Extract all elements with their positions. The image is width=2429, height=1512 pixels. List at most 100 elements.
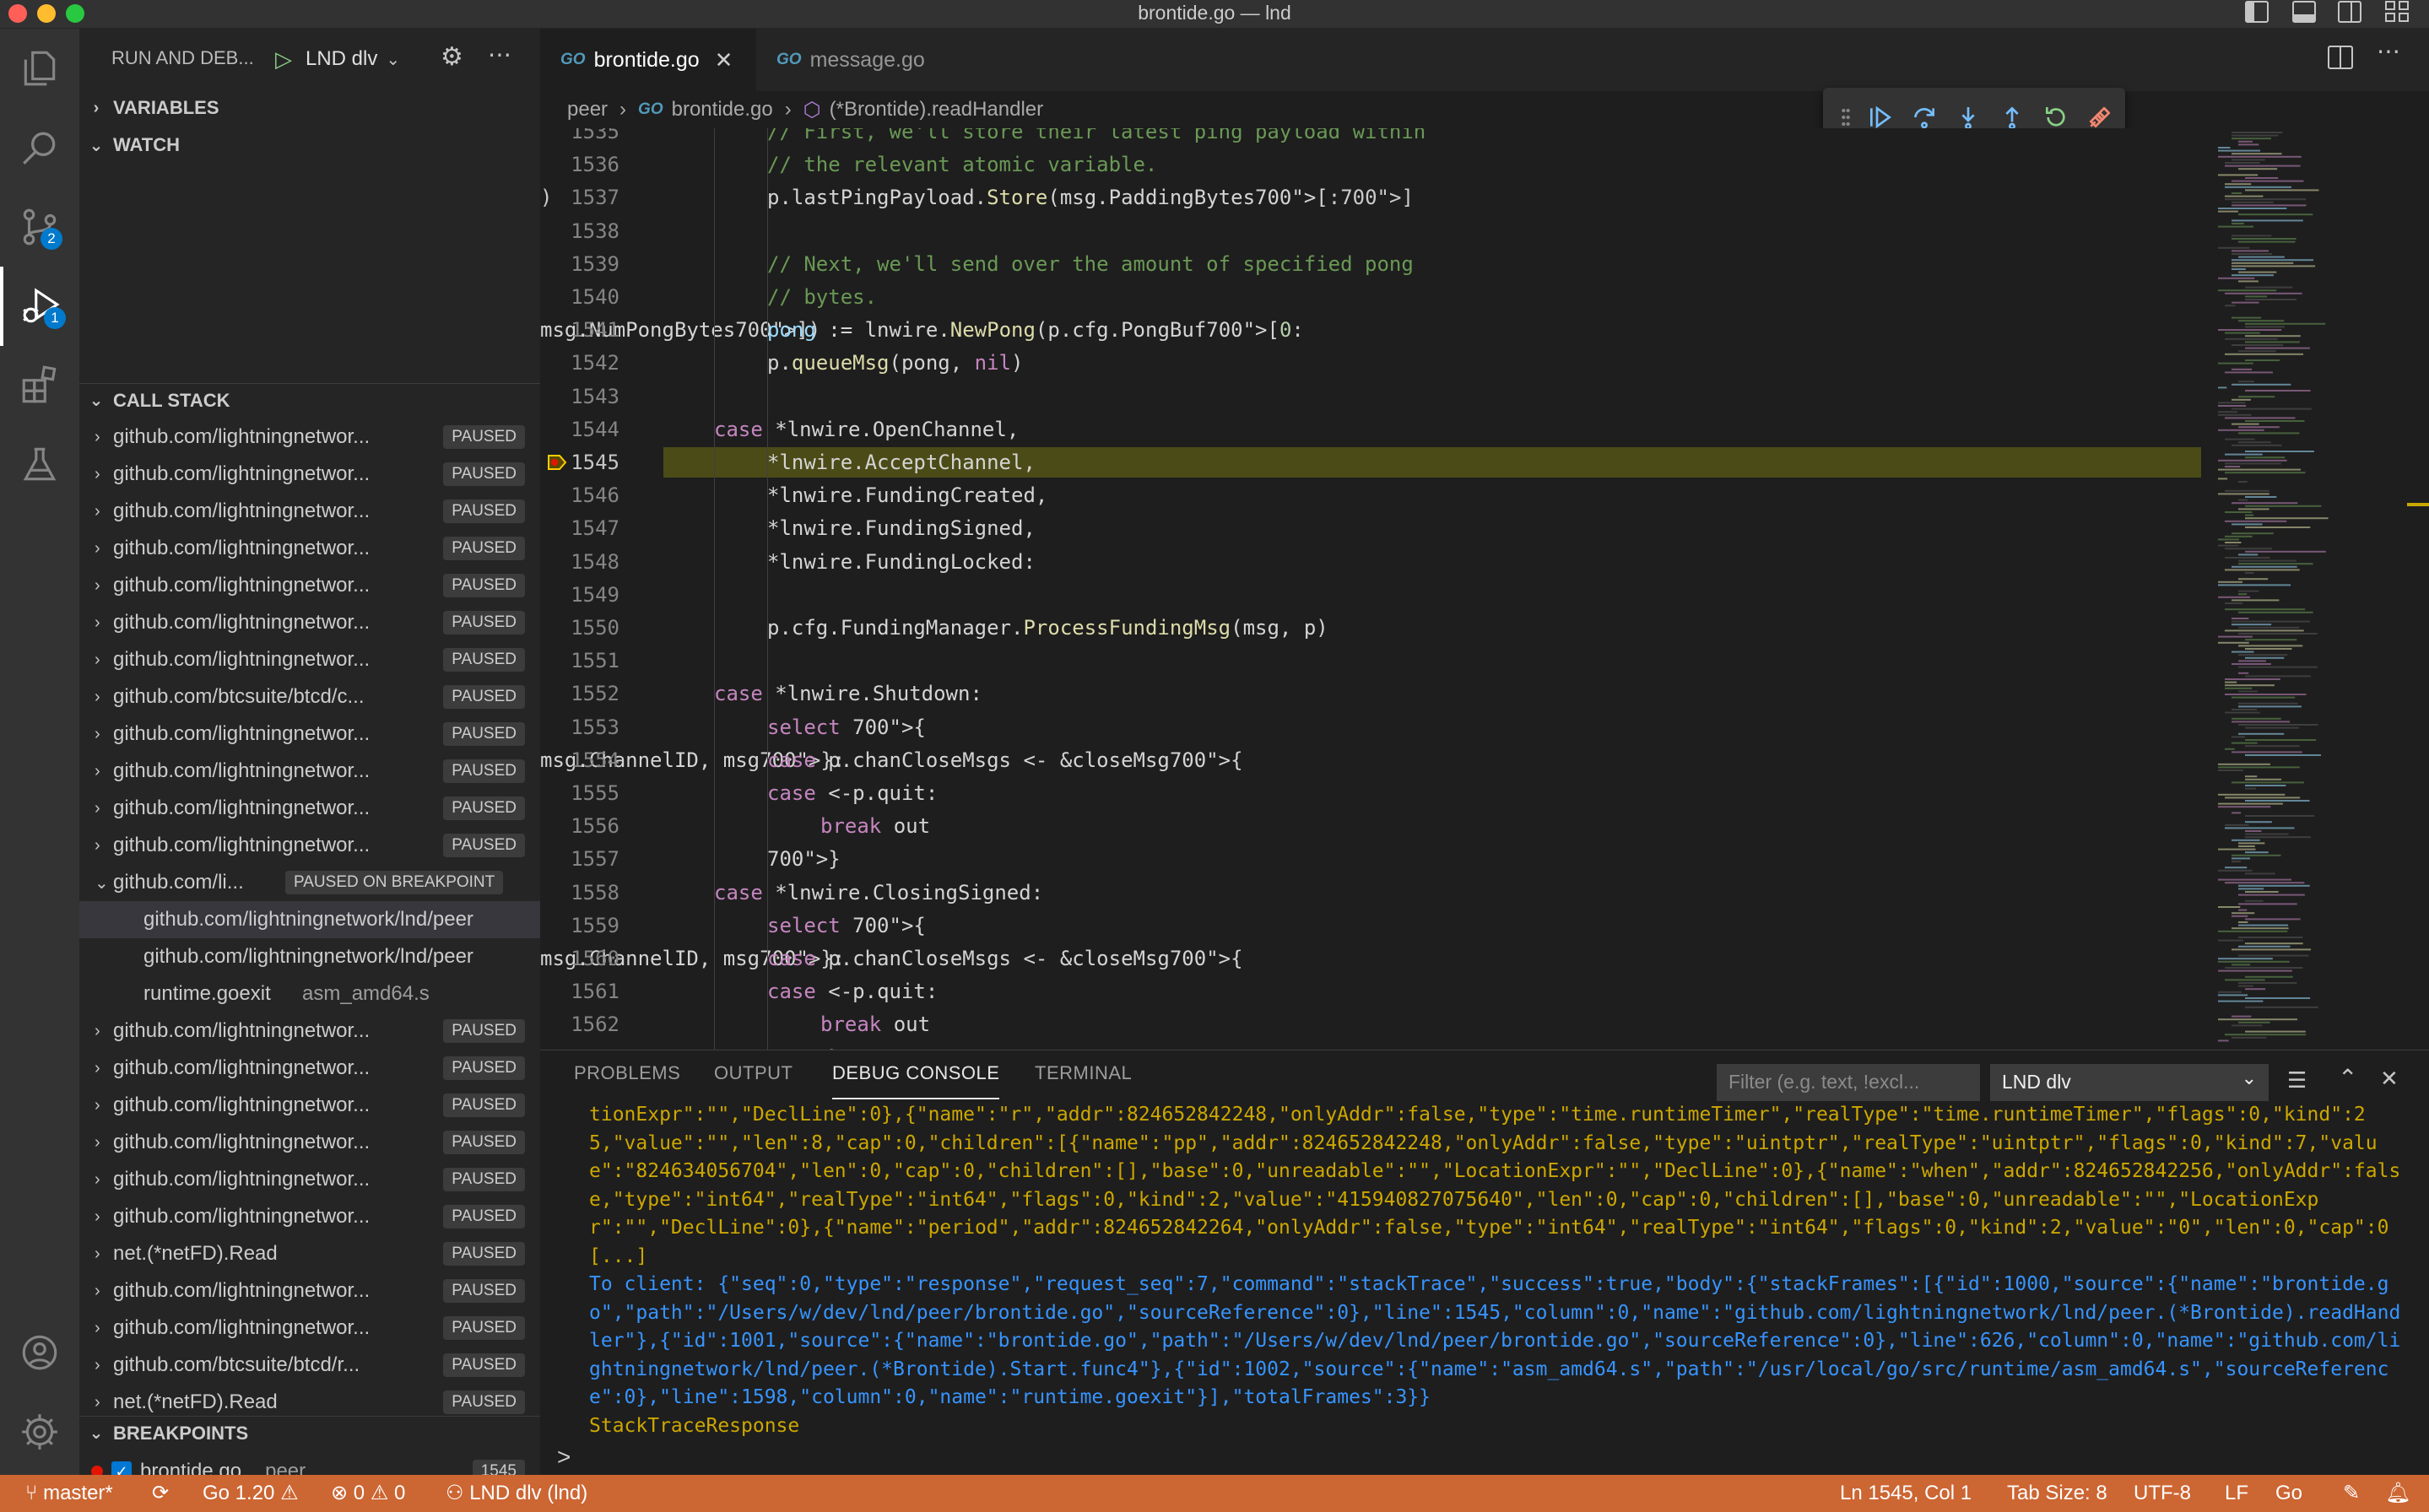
cursor-position[interactable]: Ln 1545, Col 1	[1840, 1475, 1972, 1512]
code-line[interactable]: 1540 // bytes.	[540, 282, 2201, 312]
language-mode[interactable]: Go	[2275, 1475, 2302, 1512]
variables-section[interactable]: › VARIABLES	[79, 91, 540, 125]
call-stack-thread[interactable]: › github.com/lightningnetwor... PAUSED	[79, 567, 540, 604]
call-stack-thread[interactable]: › github.com/lightningnetwor... PAUSED	[79, 753, 540, 790]
code-line[interactable]: 1535 // First, we'll store their latest p…	[540, 128, 2201, 147]
call-stack-thread[interactable]: › github.com/lightningnetwor... PAUSED	[79, 1012, 540, 1050]
tab-debug-console[interactable]: DEBUG CONSOLE	[832, 1062, 1000, 1099]
more-actions-icon[interactable]: ⋯	[2377, 37, 2400, 65]
call-stack-thread[interactable]: › github.com/lightningnetwor... PAUSED	[79, 418, 540, 456]
console-filter-input[interactable]: Filter (e.g. text, !excl...	[1717, 1064, 1980, 1101]
search-icon[interactable]	[0, 108, 79, 187]
encoding[interactable]: UTF-8	[2134, 1475, 2191, 1512]
code-line[interactable]: 1557 700">}	[540, 844, 2201, 874]
code-line[interactable]: 1560 case p.chanCloseMsgs <- &closeMsg700…	[540, 943, 2201, 974]
testing-icon[interactable]	[0, 425, 79, 505]
split-editor-icon[interactable]	[2328, 46, 2353, 69]
branch-indicator[interactable]: ⑂ master*	[25, 1475, 113, 1512]
tab-size[interactable]: Tab Size: 8	[2007, 1475, 2107, 1512]
call-stack-thread[interactable]: › github.com/lightningnetwor... PAUSED	[79, 790, 540, 827]
line-ending[interactable]: LF	[2225, 1475, 2248, 1512]
toggle-panel-icon[interactable]	[2292, 1, 2316, 23]
console-input[interactable]: >	[557, 1444, 571, 1471]
tab-message-go[interactable]: GO message.go	[756, 29, 969, 91]
code-line[interactable]: 1554 case p.chanCloseMsgs <- &closeMsg700…	[540, 745, 2201, 775]
accounts-icon[interactable]	[0, 1313, 79, 1392]
call-stack-thread[interactable]: › net.(*netFD).Read PAUSED	[79, 1235, 540, 1272]
code-line[interactable]: 1553 select 700">{	[540, 712, 2201, 742]
customize-layout-icon[interactable]	[2385, 1, 2410, 23]
call-stack-thread[interactable]: › github.com/lightningnetwor... PAUSED	[79, 1161, 540, 1198]
tab-terminal[interactable]: TERMINAL	[1035, 1062, 1132, 1099]
code-line[interactable]: 1538	[540, 216, 2201, 246]
stack-frame[interactable]: github.com/lightningnetwork/lnd/peer	[79, 901, 540, 938]
debug-session-select[interactable]: LND dlv ⌄	[1990, 1064, 2269, 1101]
code-line[interactable]: 1547 *lnwire.FundingSigned,	[540, 513, 2201, 543]
code-line[interactable]: 1551	[540, 645, 2201, 676]
code-line[interactable]: 1537 p.lastPingPayload.Store(msg.PaddingB…	[540, 182, 2201, 213]
problems-indicator[interactable]: ⊗ 0 ⚠ 0	[331, 1475, 405, 1512]
code-line[interactable]: 1556 break out	[540, 811, 2201, 841]
sync-icon[interactable]: ⟳	[152, 1475, 169, 1512]
tab-brontide-go[interactable]: GO brontide.go ✕	[540, 29, 756, 91]
close-panel-icon[interactable]: ✕	[2380, 1066, 2399, 1092]
code-line[interactable]: 1542 p.queueMsg(pong, nil)	[540, 348, 2201, 378]
code-line[interactable]: 1552 case *lnwire.Shutdown:	[540, 678, 2201, 709]
stack-frame[interactable]: runtime.goexit asm_amd64.s	[79, 975, 540, 1012]
code-line[interactable]: 1559 select 700">{	[540, 910, 2201, 941]
call-stack-thread[interactable]: › github.com/lightningnetwor... PAUSED	[79, 1310, 540, 1347]
clear-console-icon[interactable]: ☰	[2287, 1067, 2307, 1094]
call-stack-thread[interactable]: › github.com/lightningnetwor... PAUSED	[79, 1050, 540, 1087]
code-line[interactable]: 1546 *lnwire.FundingCreated,	[540, 480, 2201, 510]
call-stack-thread[interactable]: › github.com/lightningnetwor... PAUSED	[79, 493, 540, 530]
more-actions-icon[interactable]: ⋯	[488, 40, 511, 68]
call-stack-thread[interactable]: › github.com/lightningnetwor... PAUSED	[79, 1272, 540, 1310]
toggle-primary-sidebar-icon[interactable]	[2245, 1, 2269, 23]
close-icon[interactable]: ✕	[715, 47, 733, 73]
tab-problems[interactable]: PROBLEMS	[574, 1062, 680, 1099]
code-editor[interactable]: 1535 // First, we'll store their latest p…	[540, 128, 2201, 1050]
gear-icon[interactable]: ⚙	[441, 42, 463, 72]
source-control-icon[interactable]: 2	[0, 187, 79, 267]
code-line[interactable]: 1549	[540, 580, 2201, 610]
start-debugging-icon[interactable]: ▷	[275, 46, 292, 73]
breadcrumb-symbol[interactable]: (*Brontide).readHandler	[830, 98, 1043, 122]
code-line[interactable]: 1536 // the relevant atomic variable.	[540, 149, 2201, 180]
tab-output[interactable]: OUTPUT	[714, 1062, 793, 1099]
launch-config-picker[interactable]: ▷ LND dlv ⌄	[275, 40, 498, 78]
run-and-debug-icon[interactable]: 1	[0, 267, 79, 346]
call-stack-thread[interactable]: › github.com/lightningnetwor... PAUSED	[79, 530, 540, 567]
settings-gear-icon[interactable]	[0, 1392, 79, 1472]
call-stack-thread[interactable]: ⌄ github.com/li... PAUSED ON BREAKPOINT	[79, 864, 540, 901]
breadcrumb-file[interactable]: brontide.go	[672, 98, 773, 122]
call-stack-thread[interactable]: › github.com/lightningnetwor... PAUSED	[79, 641, 540, 678]
code-line[interactable]: 1548 *lnwire.FundingLocked:	[540, 547, 2201, 577]
call-stack-section[interactable]: ⌄ CALL STACK	[79, 383, 540, 417]
call-stack-thread[interactable]: › github.com/lightningnetwor... PAUSED	[79, 716, 540, 753]
call-stack-thread[interactable]: › github.com/lightningnetwor... PAUSED	[79, 456, 540, 493]
code-line[interactable]: 1558 case *lnwire.ClosingSigned:	[540, 878, 2201, 908]
feedback-icon[interactable]: ✎	[2343, 1475, 2360, 1512]
breadcrumb-folder[interactable]: peer	[567, 98, 608, 122]
code-line[interactable]: 1562 break out	[540, 1009, 2201, 1040]
go-version[interactable]: Go 1.20 ⚠	[203, 1475, 299, 1512]
code-line[interactable]: 1550 p.cfg.FundingManager.ProcessFundingM…	[540, 613, 2201, 643]
watch-section[interactable]: ⌄ WATCH	[79, 128, 540, 162]
code-line[interactable]: 1544 case *lnwire.OpenChannel,	[540, 414, 2201, 445]
code-line[interactable]: 1563 700">}	[540, 1043, 2201, 1050]
code-line[interactable]: 1543	[540, 381, 2201, 412]
code-line[interactable]: 1541 pong := lnwire.NewPong(p.cfg.PongBuf…	[540, 315, 2201, 345]
code-line[interactable]: 1561 case <-p.quit:	[540, 976, 2201, 1007]
explorer-icon[interactable]	[0, 29, 79, 108]
breakpoints-section[interactable]: ⌄ BREAKPOINTS	[79, 1416, 540, 1450]
call-stack-thread[interactable]: › github.com/lightningnetwor... PAUSED	[79, 1124, 540, 1161]
call-stack-thread[interactable]: › github.com/lightningnetwor... PAUSED	[79, 1087, 540, 1124]
debug-session-indicator[interactable]: ⚇ LND dlv (lnd)	[446, 1475, 587, 1512]
call-stack-thread[interactable]: › github.com/btcsuite/btcd/r... PAUSED	[79, 1347, 540, 1384]
maximize-panel-icon[interactable]: ⌃	[2338, 1064, 2357, 1092]
code-line[interactable]: 1539 // Next, we'll send over the amount …	[540, 249, 2201, 279]
call-stack-thread[interactable]: › github.com/lightningnetwor... PAUSED	[79, 1198, 540, 1235]
call-stack-thread[interactable]: › github.com/lightningnetwor... PAUSED	[79, 827, 540, 864]
minimap[interactable]	[2201, 128, 2429, 1050]
call-stack-thread[interactable]: › github.com/lightningnetwor... PAUSED	[79, 604, 540, 641]
